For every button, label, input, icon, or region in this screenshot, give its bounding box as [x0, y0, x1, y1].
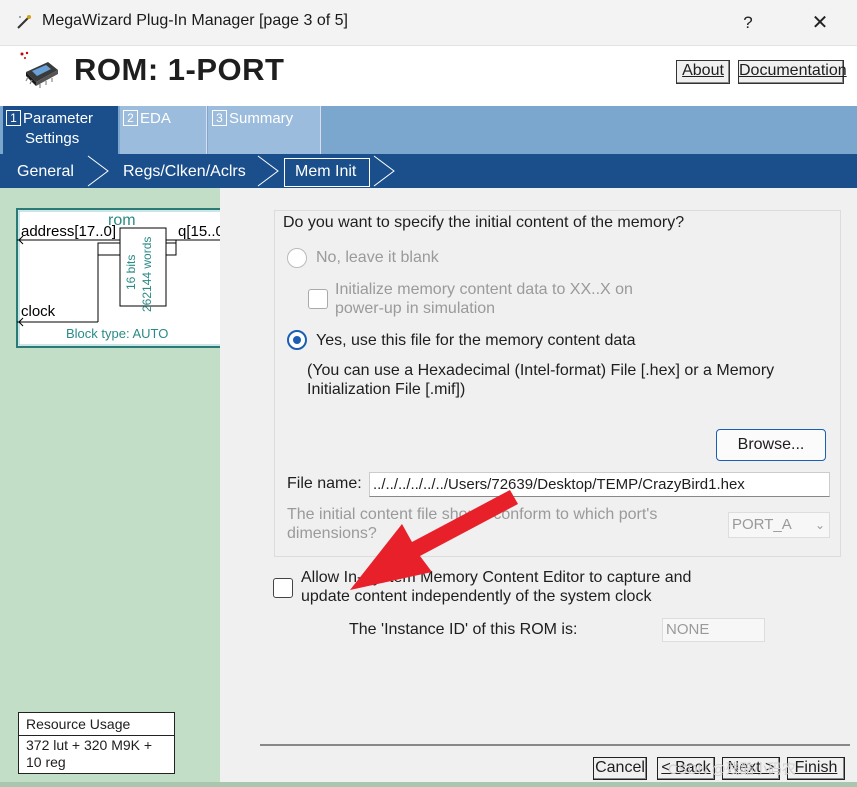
file-hint-1: (You can use a Hexadecimal (Intel-format…: [307, 362, 775, 379]
tab-eda[interactable]: 2 EDA: [120, 106, 207, 154]
resource-line-2: 10 reg: [26, 754, 66, 770]
resource-usage-box: Resource Usage 372 lut + 320 M9K + 10 re…: [18, 712, 175, 774]
file-hint-2: Initialization File [.mif]): [307, 381, 466, 398]
tab-number: 3: [212, 110, 227, 126]
instance-id-label: The 'Instance ID' of this ROM is:: [349, 621, 578, 638]
help-button[interactable]: ?: [730, 8, 766, 38]
init-question: Do you want to specify the initial conte…: [283, 214, 685, 231]
bits-label: 16 bits: [124, 254, 138, 290]
clock-port-label: clock: [21, 303, 56, 320]
instance-id-field[interactable]: NONE: [662, 618, 765, 642]
tab-number: 1: [6, 110, 21, 126]
window-title: MegaWizard Plug-In Manager [page 3 of 5]: [42, 12, 348, 29]
page-title: ROM: 1-PORT: [74, 52, 285, 87]
memory-chip-icon: [20, 51, 58, 88]
tab-label: Parameter: [23, 110, 94, 127]
radio-use-file[interactable]: [287, 330, 307, 350]
resource-usage-title: Resource Usage: [19, 713, 174, 736]
tab-label: EDA: [140, 110, 171, 127]
browse-button[interactable]: Browse...: [716, 429, 826, 461]
tab-number: 2: [123, 110, 138, 126]
bottom-strip: [0, 782, 857, 787]
subnav-mem-init[interactable]: Mem Init: [295, 163, 356, 181]
resource-line-1: 372 lut + 320 M9K +: [26, 737, 153, 753]
isme-checkbox[interactable]: [273, 578, 293, 598]
radio-use-file-label: Yes, use this file for the memory conten…: [316, 332, 636, 349]
block-type-label: Block type: AUTO: [66, 326, 169, 341]
init-xx-label-1: Initialize memory content data to XX..X …: [335, 281, 633, 298]
chevron-down-icon: ⌄: [814, 518, 825, 532]
port-select-value: PORT_A: [732, 516, 792, 533]
init-xx-label-2: power-up in simulation: [335, 300, 496, 317]
tab-label-line2: Settings: [25, 130, 80, 147]
block-diagram: rom address[17..0] q[15..0] clock 16 bit…: [16, 208, 236, 348]
subnav-regs-clken-aclrs[interactable]: Regs/Clken/Aclrs: [123, 163, 246, 181]
radio-no-blank[interactable]: [287, 248, 307, 268]
tab-label: Summary: [229, 110, 294, 127]
footer-divider: [260, 744, 850, 746]
wizard-wand-icon: [17, 15, 31, 29]
tab-summary[interactable]: 3 Summary: [208, 106, 321, 154]
address-port-label: address[17..0]: [21, 223, 117, 240]
close-button[interactable]: ✕: [800, 8, 840, 38]
words-label: 262144 words: [140, 236, 154, 312]
port-select[interactable]: PORT_A ⌄: [728, 512, 830, 538]
watermark: CSDN @残酷小码农: [668, 761, 796, 777]
annotation-arrow-icon: [350, 490, 518, 590]
documentation-button[interactable]: Documentation: [738, 60, 847, 84]
resource-usage-value: 372 lut + 320 M9K + 10 reg: [19, 736, 174, 772]
subnav-general[interactable]: General: [17, 163, 74, 181]
init-xx-checkbox[interactable]: [308, 289, 328, 309]
radio-no-blank-label: No, leave it blank: [316, 249, 439, 266]
cancel-button[interactable]: Cancel: [593, 757, 647, 780]
tab-parameter-settings[interactable]: 1 Parameter Settings: [3, 106, 118, 154]
about-button[interactable]: About: [676, 60, 730, 84]
